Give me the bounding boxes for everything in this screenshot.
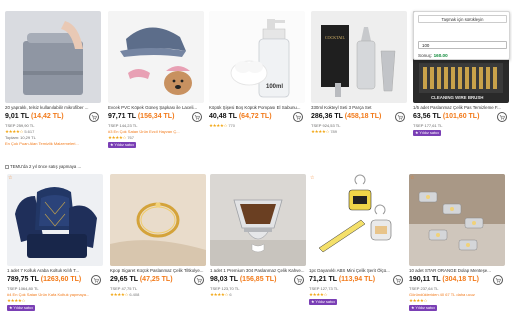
price-row: 98,03 TL (156,85 TL)	[210, 275, 306, 285]
add-to-cart-button[interactable]	[395, 112, 405, 122]
deal-icon: ☆	[310, 175, 315, 181]
add-to-cart-button[interactable]	[91, 275, 101, 285]
category-rank[interactable]: En Çok Puan Alan Temizlik Malzemeleri...	[5, 141, 101, 146]
product-title[interactable]: Kpop Sigaret Küçük Paslanmaz Çelik Tiltk…	[110, 268, 206, 273]
conversion-result: Sonuç: 160.00	[418, 53, 448, 58]
add-to-cart-button[interactable]	[493, 275, 503, 285]
add-to-cart-button[interactable]	[497, 112, 507, 122]
original-price: TSEP 259,90 TL	[5, 123, 35, 128]
price: 190,11 TL (304,18 TL)	[409, 276, 479, 283]
price-row: 29,65 TL (47,25 TL)	[110, 275, 206, 285]
price: 97,71 TL (156,34 TL)	[108, 113, 175, 120]
original-price: TSEP 127,73 TL	[309, 286, 339, 291]
add-to-cart-button[interactable]	[293, 112, 303, 122]
original-price: TSEP 177,61 TL	[413, 123, 443, 128]
product-title[interactable]: 10 adet STAR ORANGE Dolap Menteşe...	[409, 268, 505, 273]
product-title[interactable]: 20 yapraklı, telsiz kullanılabilir mikro…	[5, 105, 101, 110]
temu-note: TEMU'da 2 yıl önce satış yapmaya ...	[5, 164, 81, 169]
category-rank[interactable]: #4 En Çok Satan Ürün Kafa Koltuk yapmaya…	[7, 292, 103, 297]
total-line: Toplam: 10,29 TL	[5, 135, 36, 140]
rating: ★★★★☆ 770	[209, 123, 235, 128]
deal-icon: ☆	[8, 175, 13, 181]
product-image[interactable]	[108, 11, 204, 103]
rating: ★★★★☆ 767	[108, 135, 134, 140]
rating: ★★★★☆	[309, 292, 328, 297]
svg-text:COCKTAIL: COCKTAIL	[325, 35, 345, 40]
price-row: 190,11 TL (304,18 TL)	[409, 275, 505, 285]
product-image[interactable]: ☆	[409, 174, 505, 266]
product-image[interactable]: ☆	[7, 174, 103, 266]
price-row: 286,36 TL (458,18 TL)	[311, 112, 407, 122]
price: 286,36 TL (458,18 TL)	[311, 113, 382, 120]
original-price: TSEP 237,64 TL	[409, 286, 439, 291]
product-image[interactable]	[5, 11, 101, 103]
product-image[interactable]: 100ml	[209, 11, 305, 103]
original-price: TSEP 924,53 TL	[311, 123, 341, 128]
add-to-cart-button[interactable]	[294, 275, 304, 285]
product-image[interactable]: COCKTAIL	[311, 11, 407, 103]
star-seller-badge: ★ Yıldız satıcı	[309, 299, 338, 305]
add-to-cart-button[interactable]	[393, 275, 403, 285]
original-price: TSEP 47,75 TL	[110, 286, 138, 291]
add-to-cart-button[interactable]	[194, 275, 204, 285]
add-to-cart-button[interactable]	[192, 112, 202, 122]
product-title[interactable]: 330ml Kokteyl Seti 3 Parça Set	[311, 105, 407, 110]
rating: ★★★★☆	[409, 298, 428, 303]
star-seller-badge: ★ Yıldız satıcı	[409, 305, 438, 311]
price: 71,21 TL (113,94 TL)	[309, 276, 376, 283]
price-row: 9,01 TL (14,42 TL)	[5, 112, 101, 122]
price-row: 97,71 TL (156,34 TL)	[108, 112, 204, 122]
drag-handle[interactable]: Taşmak için sürükleyin	[418, 15, 507, 23]
rating: ★★★★☆ 789	[311, 129, 337, 134]
product-title[interactable]: 1pc Dayanıklı ABS Mini Çelik Şerit Ölçü.…	[309, 268, 405, 273]
price: 63,56 TL (101,60 TL)	[413, 113, 480, 120]
svg-text:100ml: 100ml	[266, 84, 283, 90]
amount-input[interactable]: 100	[418, 41, 507, 49]
price-row: 71,21 TL (113,94 TL)	[309, 275, 405, 285]
original-price: TSEP 123,70 TL	[210, 286, 240, 291]
rating: ★★★★☆ 6	[210, 292, 232, 297]
deal-icon: ☆	[410, 175, 415, 181]
product-image[interactable]: ☆	[309, 174, 405, 266]
price: 789,75 TL (1263,60 TL)	[7, 276, 82, 283]
star-seller-badge: ★ Yıldız satıcı	[413, 130, 442, 136]
product-title[interactable]: Evcek PVC Köpek Güneş Şapkası ile Laceli…	[108, 105, 204, 110]
checkbox-icon	[5, 164, 9, 169]
product-title[interactable]: 1 adet 7 Kolluk Araba Koltuk Kılıfı T...	[7, 268, 103, 273]
product-title[interactable]: 1/5 adet Paslanmaz Çelik Pas Temizleme F…	[413, 105, 509, 110]
add-to-cart-button[interactable]	[89, 112, 99, 122]
price: 29,65 TL (47,25 TL)	[110, 276, 173, 283]
product-title[interactable]: Köpük Şişesi Boş Köpük Pompası El Sabunu…	[209, 105, 305, 110]
product-image[interactable]	[210, 174, 306, 266]
currency-converter-popup[interactable]: Taşmak için sürükleyin 100 Sonuç: 160.00	[413, 11, 510, 60]
product-image[interactable]	[110, 174, 206, 266]
price-row: 40,48 TL (64,72 TL)	[209, 112, 305, 122]
rating: ★★★★☆	[7, 298, 26, 303]
product-title[interactable]: 1 adet 1 Premium 304 Paslanmaz Çelik Kah…	[210, 268, 306, 273]
rating: ★★★★☆ 6.408	[110, 292, 140, 297]
category-rank[interactable]: #3 En Çok Satan Ürün Evcil Hayvan Ç...	[108, 129, 204, 134]
original-price: TSEP 144,23 TL	[108, 123, 138, 128]
price-note: Göründükleriden 40 67 TL daha ucuz	[409, 292, 475, 297]
price: 40,48 TL (64,72 TL)	[209, 113, 272, 120]
original-price: TSEP 1064,80 TL	[7, 286, 39, 291]
star-seller-badge: ★ Yıldız satıcı	[108, 142, 137, 148]
price: 98,03 TL (156,85 TL)	[210, 276, 277, 283]
price-row: 789,75 TL (1263,60 TL)	[7, 275, 103, 285]
price-row: 63,56 TL (101,60 TL)	[413, 112, 509, 122]
star-seller-badge: ★ Yıldız satıcı	[7, 305, 36, 311]
svg-text:CLEANING WIRE BRUSH: CLEANING WIRE BRUSH	[431, 95, 483, 100]
rating: ★★★★☆ 5.617	[5, 129, 35, 134]
price: 9,01 TL (14,42 TL)	[5, 113, 64, 120]
